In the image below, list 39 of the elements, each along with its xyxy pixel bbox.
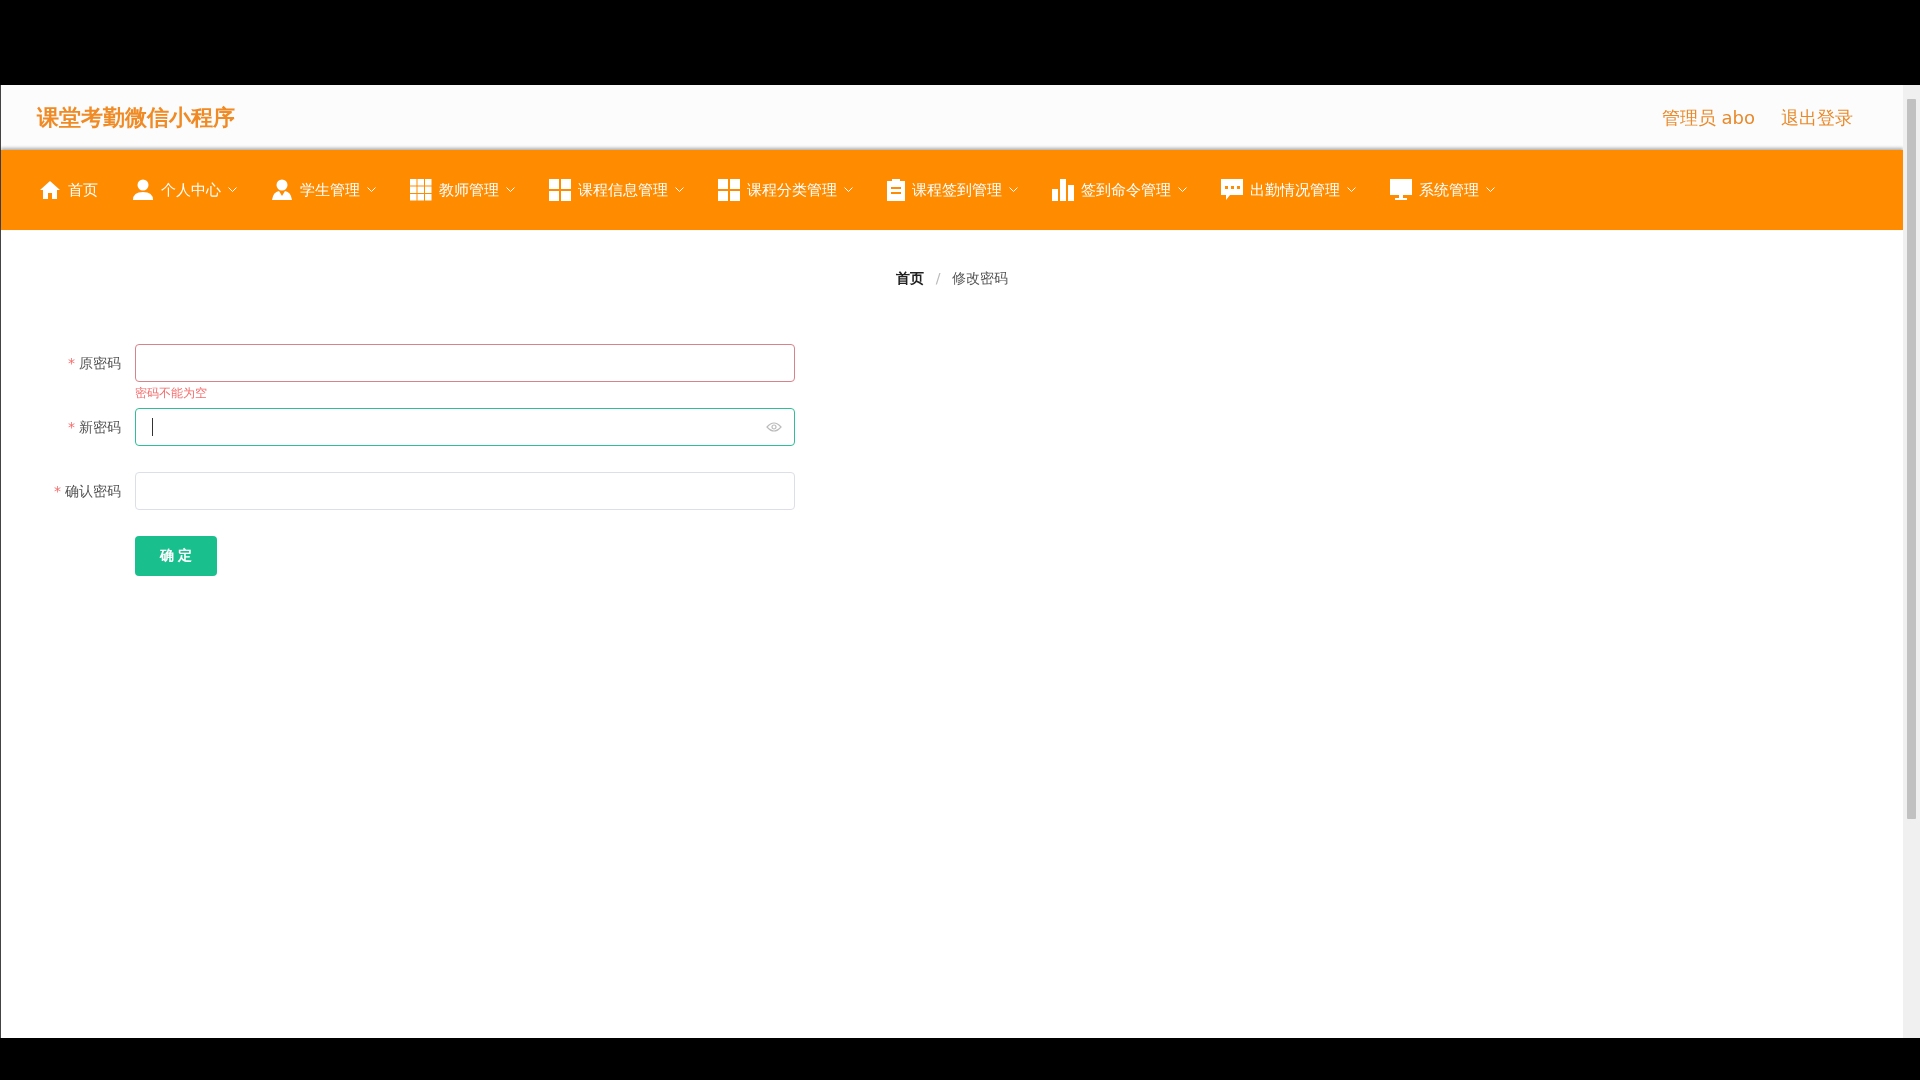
nav-item[interactable]: 课程信息管理 (578, 180, 668, 200)
nav-item[interactable]: 课程签到管理 (912, 180, 1002, 200)
breadcrumb-item[interactable]: 修改密码 (952, 270, 1009, 288)
nav-item[interactable]: 首页 (68, 180, 98, 200)
required-asterisk: * (68, 419, 75, 435)
clipboard-icon (887, 179, 905, 201)
home-icon (39, 180, 61, 200)
nav-item[interactable]: 课程分类管理 (747, 180, 837, 200)
breadcrumb-item[interactable]: 首页 (895, 270, 924, 288)
monitor-icon (1390, 179, 1412, 201)
app-title: 课堂考勤微信小程序 (37, 103, 235, 132)
bar-chart-icon (1052, 179, 1074, 201)
logout-link[interactable]: 退出登录 (1781, 105, 1853, 130)
nav-item[interactable]: 系统管理 (1419, 180, 1479, 200)
nav-item[interactable]: 出勤情况管理 (1250, 180, 1340, 200)
breadcrumb-separator: / (935, 270, 941, 288)
grid-icon (410, 179, 432, 201)
chat-icon (1221, 179, 1243, 201)
confirm-button[interactable]: 确 定 (135, 536, 217, 576)
nav-item[interactable]: 签到命令管理 (1081, 180, 1171, 200)
required-asterisk: * (54, 483, 61, 499)
grid-icon (718, 179, 740, 201)
nav-item[interactable]: 学生管理 (300, 180, 360, 200)
person-icon (132, 179, 154, 201)
field-label: 原密码 (79, 355, 121, 371)
nav-item[interactable]: 个人中心 (161, 180, 221, 200)
text-caret (152, 418, 153, 436)
scrollbar[interactable] (1903, 85, 1920, 1038)
nav-item[interactable]: 教师管理 (439, 180, 499, 200)
field-label: 新密码 (79, 419, 121, 435)
field-label: 确认密码 (65, 483, 121, 499)
eye-icon[interactable] (766, 422, 782, 432)
user-link[interactable]: 管理员 abo (1661, 105, 1755, 130)
error-message: 密码不能为空 (135, 385, 208, 402)
required-asterisk: * (68, 355, 75, 371)
password-field[interactable] (135, 408, 795, 446)
person-icon (271, 179, 293, 201)
grid-icon (549, 179, 571, 201)
password-field[interactable] (135, 344, 795, 382)
